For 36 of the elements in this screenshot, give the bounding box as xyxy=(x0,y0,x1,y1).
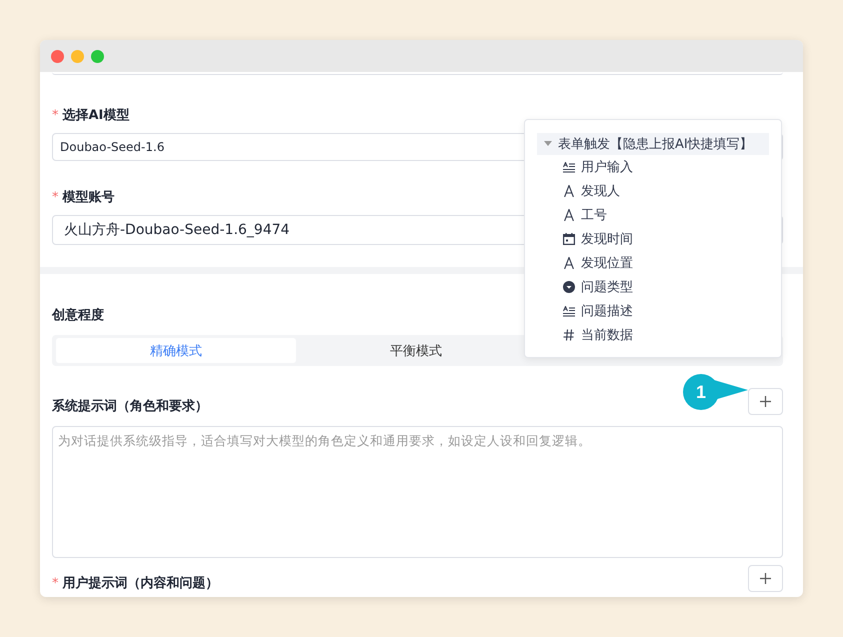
hash-icon xyxy=(563,329,575,341)
mode-tab[interactable]: 精确模式 xyxy=(56,338,296,363)
letter-a-icon xyxy=(563,257,575,269)
field-label: 系统提示词（角色和要求） xyxy=(52,398,208,415)
minimize-icon[interactable] xyxy=(71,50,84,62)
variable-item[interactable]: 问题类型 xyxy=(581,278,633,296)
maximize-icon[interactable] xyxy=(91,50,104,62)
insert-variable-button[interactable] xyxy=(748,388,783,415)
plus-icon xyxy=(760,396,771,407)
letter-a-icon xyxy=(563,209,575,221)
variable-item[interactable]: 问题描述 xyxy=(581,302,633,320)
callout-badge: 1 xyxy=(683,374,719,410)
required-asterisk: * xyxy=(52,576,58,590)
field-label: 用户提示词（内容和问题） xyxy=(62,574,218,592)
variable-group[interactable]: 表单触发【隐患上报AI快捷填写】 xyxy=(537,133,769,155)
group-label: 表单触发【隐患上报AI快捷填写】 xyxy=(558,136,753,153)
mode-tab[interactable]: 平衡模式 xyxy=(296,338,536,363)
calendar-icon xyxy=(563,233,575,245)
variable-item[interactable]: 用户输入 xyxy=(581,158,633,176)
variable-item[interactable]: 发现时间 xyxy=(581,230,633,248)
insert-variable-button[interactable] xyxy=(748,565,783,592)
letter-a-icon xyxy=(563,185,575,197)
plus-icon xyxy=(760,573,771,584)
field-label: 创意程度 xyxy=(52,306,104,324)
required-asterisk: * xyxy=(52,108,58,122)
variable-item[interactable]: 发现人 xyxy=(581,182,620,200)
text-lines-icon xyxy=(563,162,575,172)
required-asterisk: * xyxy=(52,190,58,204)
variable-item[interactable]: 发现位置 xyxy=(581,254,633,272)
close-icon[interactable] xyxy=(51,50,64,62)
field-label: 选择AI模型 xyxy=(62,107,130,124)
field-label: 模型账号 xyxy=(62,189,114,206)
variable-item[interactable]: 当前数据 xyxy=(581,326,633,344)
text-lines-icon xyxy=(563,306,575,316)
caret-icon xyxy=(544,141,552,147)
dropdown-circle-icon xyxy=(563,281,575,293)
